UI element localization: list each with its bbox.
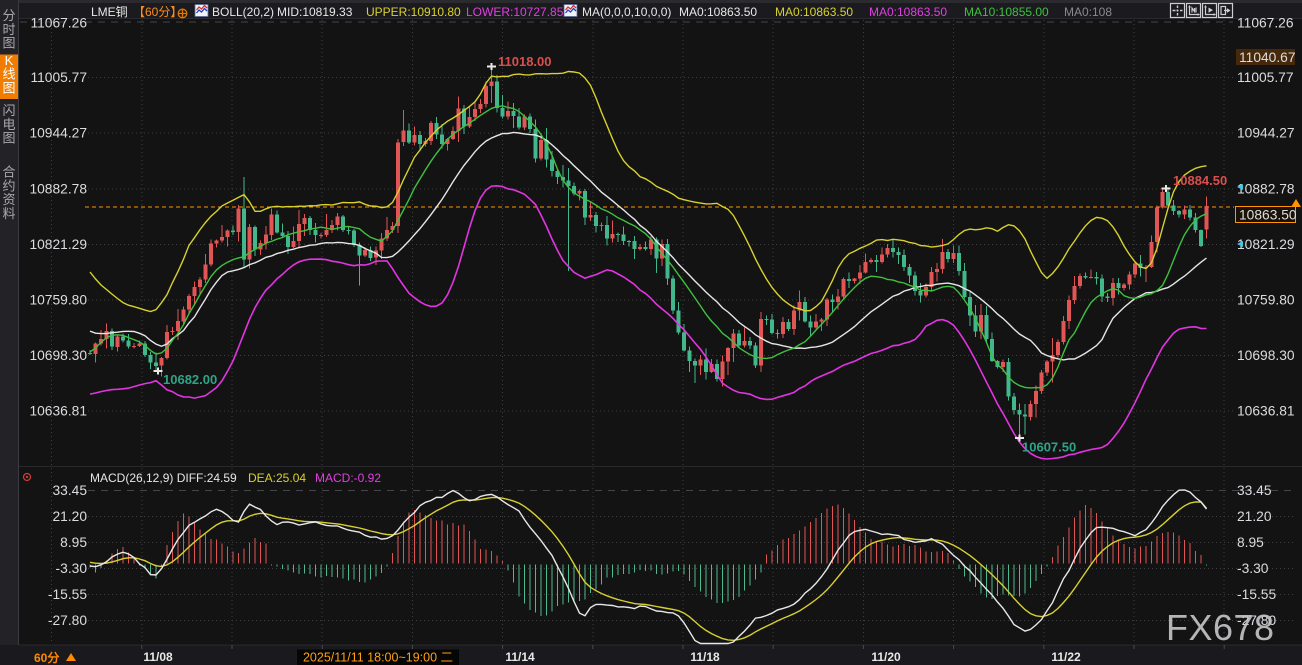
svg-text:10884.50: 10884.50	[1173, 173, 1227, 188]
svg-text:10698.30: 10698.30	[1237, 348, 1295, 363]
svg-text:10759.80: 10759.80	[1237, 293, 1295, 308]
svg-text:11040.67: 11040.67	[1239, 50, 1296, 65]
svg-text:MA0:10863.50: MA0:10863.50	[775, 5, 853, 19]
svg-text:21.20: 21.20	[1237, 509, 1272, 524]
svg-text:11067.26: 11067.26	[1237, 16, 1294, 31]
svg-text:LOWER:10727.85: LOWER:10727.85	[466, 5, 564, 19]
svg-text:MA0:108: MA0:108	[1064, 5, 1112, 19]
svg-text:10682.00: 10682.00	[163, 372, 217, 387]
svg-text:料: 料	[2, 206, 15, 221]
svg-text:-15.55: -15.55	[48, 587, 87, 602]
svg-text:10636.81: 10636.81	[29, 404, 87, 419]
svg-text:10821.29: 10821.29	[1237, 237, 1295, 252]
svg-text:60分: 60分	[34, 650, 59, 665]
svg-text:11005.77: 11005.77	[30, 70, 87, 85]
svg-text:电: 电	[2, 117, 15, 132]
svg-text:2025/11/11 18:00~19:00 二: 2025/11/11 18:00~19:00 二	[303, 651, 453, 665]
svg-text:11067.26: 11067.26	[30, 16, 87, 31]
svg-text:10944.27: 10944.27	[29, 126, 87, 141]
svg-text:33.45: 33.45	[52, 483, 87, 498]
svg-text:10882.78: 10882.78	[29, 181, 87, 196]
svg-text:10636.81: 10636.81	[1237, 404, 1295, 419]
svg-text:资: 资	[2, 192, 15, 207]
svg-text:10863.50: 10863.50	[1239, 208, 1297, 223]
svg-text:MA10:10855.00: MA10:10855.00	[964, 5, 1049, 19]
svg-text:MACD(26,12,9) DIFF:24.59: MACD(26,12,9) DIFF:24.59	[90, 471, 237, 485]
svg-text:闪: 闪	[2, 103, 15, 118]
svg-text:图: 图	[2, 131, 15, 146]
svg-text:MA0:10863.50: MA0:10863.50	[869, 5, 947, 19]
svg-text:线: 线	[2, 67, 15, 82]
svg-text:11005.77: 11005.77	[1237, 70, 1294, 85]
svg-text:-27.80: -27.80	[48, 613, 87, 628]
svg-text:分: 分	[2, 8, 15, 23]
svg-text:-15.55: -15.55	[1237, 587, 1276, 602]
svg-text:11/22: 11/22	[1051, 650, 1081, 664]
svg-text:MA0:10863.50: MA0:10863.50	[679, 5, 757, 19]
svg-text:图: 图	[2, 80, 15, 95]
svg-text:合: 合	[2, 165, 15, 180]
svg-text:11/08: 11/08	[143, 650, 173, 664]
svg-text:MID:10819.33: MID:10819.33	[277, 5, 353, 19]
svg-text:MA(0,0,0,10,0,0): MA(0,0,0,10,0,0)	[582, 5, 671, 19]
svg-text:DEA:25.04: DEA:25.04	[248, 471, 306, 485]
svg-text:时: 时	[2, 22, 15, 37]
svg-text:LME铜: LME铜	[91, 4, 128, 19]
svg-text:10944.27: 10944.27	[1237, 126, 1295, 141]
svg-text:-3.30: -3.30	[1237, 561, 1269, 576]
svg-text:【60分】: 【60分】	[133, 5, 182, 19]
svg-text:11018.00: 11018.00	[498, 54, 552, 69]
svg-text:10698.30: 10698.30	[29, 348, 87, 363]
svg-text:BOLL(20,2): BOLL(20,2)	[212, 5, 274, 19]
svg-text:UPPER:10910.80: UPPER:10910.80	[366, 5, 461, 19]
svg-text:11/14: 11/14	[505, 650, 535, 664]
svg-text:FX678: FX678	[1166, 607, 1275, 648]
svg-text:8.95: 8.95	[60, 535, 87, 550]
svg-text:图: 图	[2, 36, 15, 51]
svg-text:MACD:-0.92: MACD:-0.92	[315, 471, 381, 485]
svg-text:21.20: 21.20	[52, 509, 87, 524]
svg-text:10607.50: 10607.50	[1022, 440, 1076, 455]
svg-text:-3.30: -3.30	[56, 561, 88, 576]
svg-text:10821.29: 10821.29	[29, 237, 87, 252]
svg-text:10759.80: 10759.80	[29, 293, 87, 308]
svg-text:10882.78: 10882.78	[1237, 181, 1295, 196]
svg-text:33.45: 33.45	[1237, 483, 1272, 498]
svg-text:11/18: 11/18	[690, 650, 720, 664]
svg-text:8.95: 8.95	[1237, 535, 1264, 550]
svg-text:11/20: 11/20	[871, 650, 901, 664]
svg-text:约: 约	[2, 178, 15, 193]
